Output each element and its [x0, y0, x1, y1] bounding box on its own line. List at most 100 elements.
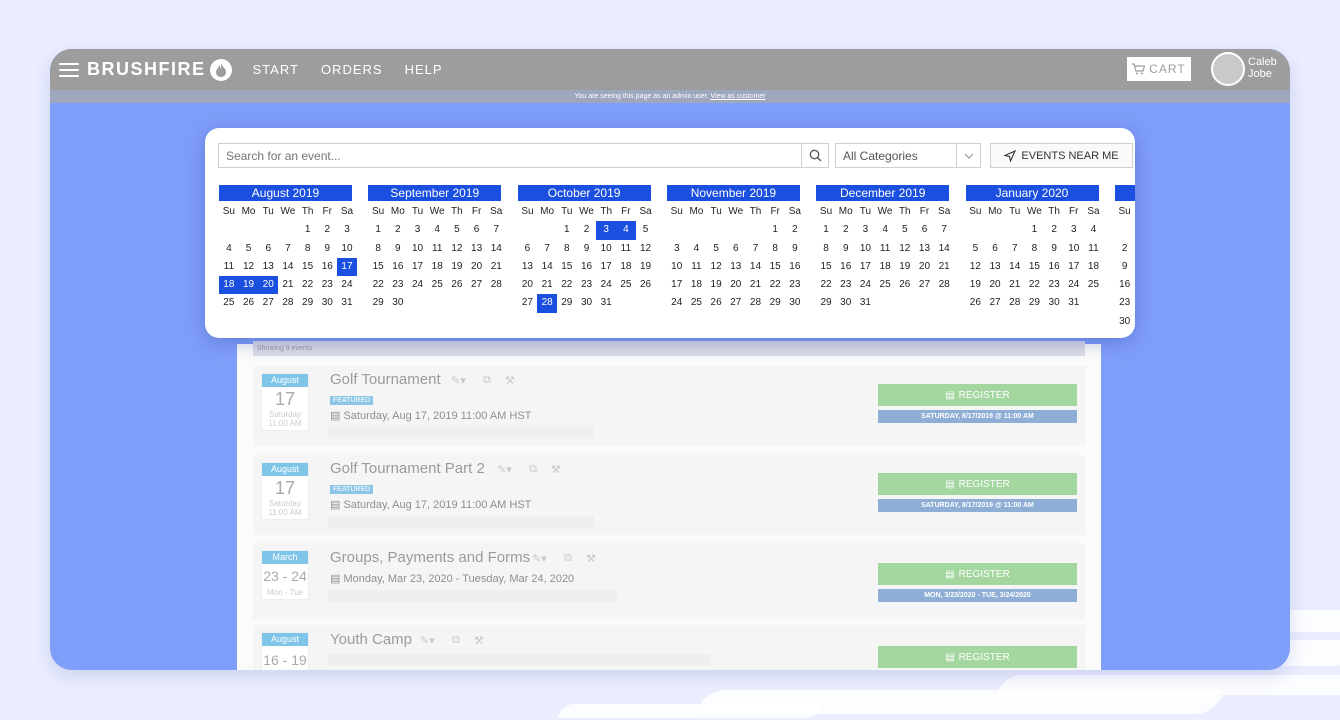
day-cell[interactable]: 11	[219, 258, 239, 276]
day-cell[interactable]: 2	[1115, 240, 1135, 258]
day-cell[interactable]: 11	[616, 240, 636, 258]
day-cell[interactable]: 9	[1044, 240, 1064, 258]
day-cell[interactable]: 26	[636, 276, 656, 294]
day-cell[interactable]: 23	[388, 276, 408, 294]
day-cell[interactable]: 30	[388, 294, 408, 312]
day-cell[interactable]: 9	[577, 240, 597, 258]
wrench-icon[interactable]: ⚒	[474, 634, 484, 647]
day-cell[interactable]: 15	[368, 258, 388, 276]
day-cell[interactable]: 25	[427, 276, 447, 294]
day-cell[interactable]: 1	[1025, 221, 1045, 239]
day-cell[interactable]: 15	[298, 258, 318, 276]
day-cell-event[interactable]: 20	[258, 276, 279, 295]
day-cell[interactable]: 24	[596, 276, 616, 294]
day-cell[interactable]: 17	[1134, 276, 1135, 294]
register-button[interactable]: ▤ REGISTER	[878, 563, 1077, 585]
day-cell[interactable]: 23	[317, 276, 337, 294]
day-cell[interactable]: 19	[636, 258, 656, 276]
day-cell[interactable]: 26	[447, 276, 467, 294]
day-cell[interactable]: 19	[706, 276, 726, 294]
day-cell[interactable]: 2	[1044, 221, 1064, 239]
day-cell[interactable]: 14	[486, 240, 506, 258]
day-cell[interactable]: 25	[616, 276, 636, 294]
day-cell[interactable]: 20	[467, 258, 487, 276]
day-cell[interactable]: 20	[985, 276, 1005, 294]
day-cell[interactable]: 10	[856, 240, 876, 258]
user-name[interactable]: Caleb Jobe	[1248, 56, 1277, 80]
day-cell[interactable]: 30	[577, 294, 597, 312]
day-cell[interactable]: 7	[1005, 240, 1025, 258]
edit-icon[interactable]: ✎▾	[451, 374, 466, 387]
day-cell[interactable]: 10	[408, 240, 428, 258]
copy-icon[interactable]: ⧉	[564, 552, 572, 565]
day-cell[interactable]: 11	[1084, 240, 1104, 258]
day-cell[interactable]: 11	[687, 258, 707, 276]
event-title[interactable]: Golf Tournament Part 2	[330, 460, 485, 477]
day-cell[interactable]: 18	[687, 276, 707, 294]
day-cell[interactable]: 31	[856, 294, 876, 312]
day-cell[interactable]: 16	[577, 258, 597, 276]
day-cell[interactable]: 28	[934, 276, 954, 294]
day-cell[interactable]: 22	[1025, 276, 1045, 294]
day-cell[interactable]: 19	[447, 258, 467, 276]
day-cell[interactable]: 12	[636, 240, 656, 258]
day-cell[interactable]: 29	[765, 294, 785, 312]
day-cell[interactable]: 21	[1005, 276, 1025, 294]
day-cell[interactable]: 27	[726, 294, 746, 312]
day-cell[interactable]: 6	[985, 240, 1005, 258]
day-cell[interactable]: 27	[518, 294, 538, 312]
event-card[interactable]: August 17 Saturday 11:00 AM Golf Tournam…	[253, 366, 1085, 446]
day-cell[interactable]: 10	[337, 240, 357, 258]
events-near-me-button[interactable]: EVENTS NEAR ME	[990, 143, 1133, 168]
day-cell[interactable]: 18	[875, 258, 895, 276]
day-cell-event[interactable]: 19	[238, 276, 259, 295]
day-cell[interactable]: 1	[816, 221, 836, 239]
day-cell[interactable]: 11	[875, 240, 895, 258]
day-cell[interactable]: 7	[537, 240, 557, 258]
day-cell[interactable]: 31	[1064, 294, 1084, 312]
day-cell[interactable]: 4	[427, 221, 447, 239]
day-cell[interactable]: 3	[667, 240, 687, 258]
day-cell[interactable]: 14	[1005, 258, 1025, 276]
day-cell[interactable]: 27	[915, 276, 935, 294]
day-cell[interactable]: 20	[518, 276, 538, 294]
day-cell[interactable]: 12	[706, 258, 726, 276]
day-cell[interactable]: 27	[258, 294, 278, 312]
day-cell[interactable]: 7	[278, 240, 298, 258]
day-cell[interactable]: 23	[836, 276, 856, 294]
day-cell-event[interactable]: 28	[537, 294, 557, 313]
day-cell[interactable]: 24	[1134, 294, 1135, 312]
day-cell[interactable]: 30	[1115, 313, 1135, 331]
day-cell[interactable]: 6	[518, 240, 538, 258]
day-cell[interactable]: 29	[368, 294, 388, 312]
day-cell[interactable]: 13	[985, 258, 1005, 276]
day-cell[interactable]: 21	[486, 258, 506, 276]
copy-icon[interactable]: ⧉	[529, 463, 537, 476]
day-cell[interactable]: 13	[518, 258, 538, 276]
day-cell[interactable]: 8	[1025, 240, 1045, 258]
day-cell[interactable]: 15	[765, 258, 785, 276]
day-cell[interactable]: 8	[298, 240, 318, 258]
day-cell[interactable]: 27	[467, 276, 487, 294]
event-card[interactable]: August 16 - 19 Youth Camp ✎▾ ⧉ ⚒ ▤ REGIST…	[253, 625, 1085, 670]
day-cell[interactable]: 1	[298, 221, 318, 239]
day-cell[interactable]: 25	[687, 294, 707, 312]
day-cell[interactable]: 6	[726, 240, 746, 258]
day-cell[interactable]: 8	[557, 240, 577, 258]
day-cell-event[interactable]: 18	[219, 276, 239, 295]
day-cell[interactable]: 30	[317, 294, 337, 312]
day-cell[interactable]: 30	[785, 294, 805, 312]
day-cell[interactable]: 24	[337, 276, 357, 294]
search-input[interactable]	[218, 143, 802, 168]
day-cell-event[interactable]: 17	[337, 257, 357, 277]
day-cell[interactable]: 1	[368, 221, 388, 239]
day-cell[interactable]: 9	[317, 240, 337, 258]
copy-icon[interactable]: ⧉	[483, 374, 491, 387]
day-cell[interactable]: 15	[557, 258, 577, 276]
day-cell[interactable]: 21	[537, 276, 557, 294]
day-cell[interactable]: 29	[816, 294, 836, 312]
day-cell[interactable]: 4	[219, 240, 239, 258]
day-cell[interactable]: 11	[427, 240, 447, 258]
day-cell[interactable]: 10	[596, 240, 616, 258]
day-cell[interactable]: 15	[816, 258, 836, 276]
